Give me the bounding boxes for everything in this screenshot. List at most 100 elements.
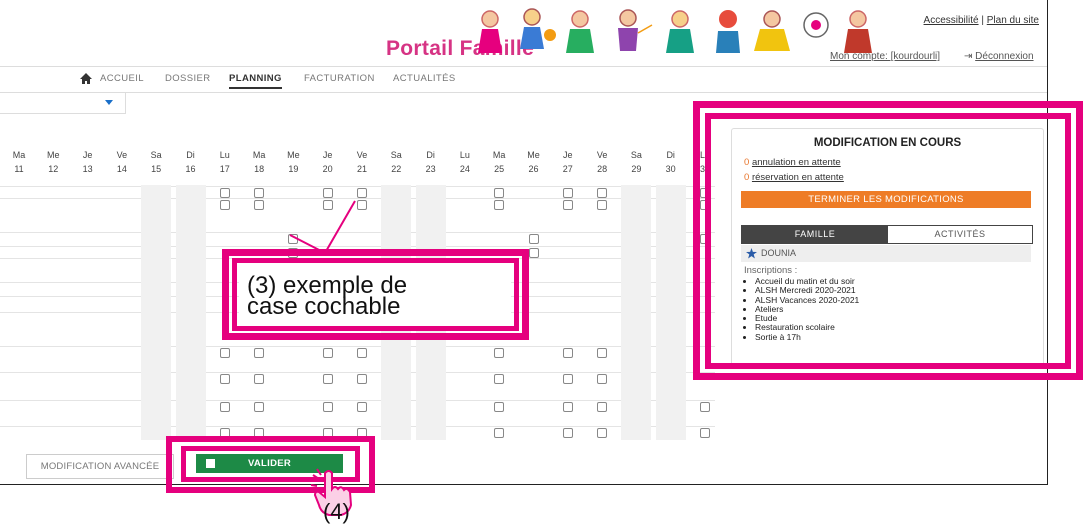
- day-checkbox[interactable]: [562, 428, 573, 438]
- day-checkbox[interactable]: [219, 200, 230, 210]
- top-links: Accessibilité | Plan du site: [924, 15, 1039, 26]
- logout-area: ⇥ Déconnexion: [964, 51, 1034, 62]
- day-checkbox[interactable]: [597, 200, 608, 210]
- day-checkbox[interactable]: [494, 428, 505, 438]
- highlight-panel-inner: [705, 113, 1071, 369]
- day-checkbox[interactable]: [254, 188, 265, 198]
- day-checkbox[interactable]: [357, 348, 367, 358]
- calendar-row-line: [0, 372, 715, 373]
- calendar-row-line: [0, 426, 715, 427]
- day-name: Ma: [492, 150, 506, 160]
- day-number: 30: [665, 164, 676, 174]
- day-checkbox[interactable]: [597, 348, 608, 358]
- nav-item-dossier[interactable]: DOSSIER: [165, 73, 211, 84]
- day-name: Je: [563, 150, 573, 160]
- day-checkbox[interactable]: [322, 402, 333, 412]
- day-checkbox[interactable]: [494, 374, 505, 384]
- day-name: Lu: [459, 150, 470, 160]
- day-number: 28: [597, 164, 608, 174]
- day-checkbox[interactable]: [494, 188, 505, 198]
- day-checkbox[interactable]: [254, 348, 265, 358]
- day-checkbox[interactable]: [494, 402, 505, 412]
- day-name: Ma: [12, 150, 26, 160]
- day-checkbox[interactable]: [700, 402, 710, 412]
- day-checkbox[interactable]: [357, 374, 367, 384]
- day-checkbox[interactable]: [254, 200, 265, 210]
- callout-line-2: case cochable: [247, 293, 401, 320]
- day-name: Sa: [630, 150, 642, 160]
- callout-checkbox-example: (3) exemple de case cochable: [239, 263, 511, 326]
- account-area: Mon compte: [kourdourli]: [830, 51, 940, 62]
- callout-pointer: [289, 200, 356, 254]
- kids-illustration: [478, 8, 872, 53]
- day-name: Di: [666, 150, 675, 160]
- site-header: Portail Famille Accessibilité | Plan du …: [0, 0, 1047, 66]
- link-separator: |: [981, 15, 984, 26]
- day-checkbox[interactable]: [528, 234, 539, 244]
- weekend-column: [655, 185, 686, 440]
- chevron-down-icon: [105, 100, 113, 105]
- step-4-label: (4): [323, 499, 350, 524]
- calendar-row-line: [0, 346, 715, 347]
- day-name: Me: [287, 150, 300, 160]
- day-name: Di: [186, 150, 195, 160]
- day-checkbox[interactable]: [562, 348, 573, 358]
- calendar-row-line: [0, 400, 715, 401]
- accessibility-link[interactable]: Accessibilité: [924, 15, 979, 26]
- day-checkbox[interactable]: [219, 348, 230, 358]
- nav-item-facturation[interactable]: FACTURATION: [304, 73, 375, 84]
- day-number: 29: [631, 164, 642, 174]
- day-checkbox[interactable]: [219, 188, 230, 198]
- day-number: 14: [116, 164, 127, 174]
- day-checkbox[interactable]: [597, 374, 608, 384]
- day-checkbox[interactable]: [494, 200, 505, 210]
- weekend-column: [175, 185, 206, 440]
- day-number: 27: [562, 164, 573, 174]
- child-select[interactable]: [0, 92, 126, 114]
- day-number: 24: [459, 164, 470, 174]
- logout-link[interactable]: Déconnexion: [975, 51, 1033, 62]
- day-checkbox[interactable]: [562, 188, 573, 198]
- day-name: Je: [82, 150, 93, 160]
- day-number: 21: [356, 164, 367, 174]
- day-checkbox[interactable]: [597, 188, 608, 198]
- day-checkbox[interactable]: [254, 402, 265, 412]
- day-checkbox[interactable]: [597, 428, 608, 438]
- day-name: Ma: [252, 150, 266, 160]
- day-number: 11: [14, 164, 24, 174]
- day-name: Je: [322, 150, 333, 160]
- day-checkbox[interactable]: [562, 200, 573, 210]
- advanced-modification-button[interactable]: MODIFICATION AVANCÉE: [26, 454, 174, 479]
- main-nav: ACCUEIL DOSSIER PLANNING FACTURATION ACT…: [0, 66, 1047, 93]
- day-checkbox[interactable]: [562, 374, 573, 384]
- day-checkbox[interactable]: [219, 402, 230, 412]
- day-number: 25: [494, 164, 505, 174]
- day-checkbox[interactable]: [219, 374, 230, 384]
- nav-item-planning[interactable]: PLANNING: [229, 73, 282, 89]
- sitemap-link[interactable]: Plan du site: [987, 15, 1039, 26]
- day-name: Lu: [219, 150, 230, 160]
- weekend-column: [141, 185, 172, 440]
- day-number: 19: [288, 164, 299, 174]
- account-link[interactable]: Mon compte: [kourdourli]: [830, 51, 940, 62]
- day-checkbox[interactable]: [357, 402, 367, 412]
- nav-item-accueil[interactable]: ACCUEIL: [100, 73, 144, 84]
- day-checkbox[interactable]: [322, 348, 333, 358]
- day-number: 23: [425, 164, 436, 174]
- day-checkbox[interactable]: [528, 248, 539, 258]
- nav-item-actualites[interactable]: ACTUALITÉS: [393, 73, 456, 84]
- day-name: Ve: [596, 150, 608, 160]
- day-number: 12: [48, 164, 59, 174]
- day-checkbox[interactable]: [597, 402, 608, 412]
- weekend-column: [621, 185, 652, 440]
- home-icon[interactable]: [80, 73, 92, 84]
- day-checkbox[interactable]: [254, 374, 265, 384]
- day-checkbox[interactable]: [322, 374, 333, 384]
- day-checkbox[interactable]: [700, 428, 710, 438]
- day-number: 16: [185, 164, 196, 174]
- day-name: Ve: [116, 150, 128, 160]
- day-name: Sa: [390, 150, 402, 160]
- day-checkbox[interactable]: [494, 348, 505, 358]
- day-name: Ve: [356, 150, 368, 160]
- day-checkbox[interactable]: [562, 402, 573, 412]
